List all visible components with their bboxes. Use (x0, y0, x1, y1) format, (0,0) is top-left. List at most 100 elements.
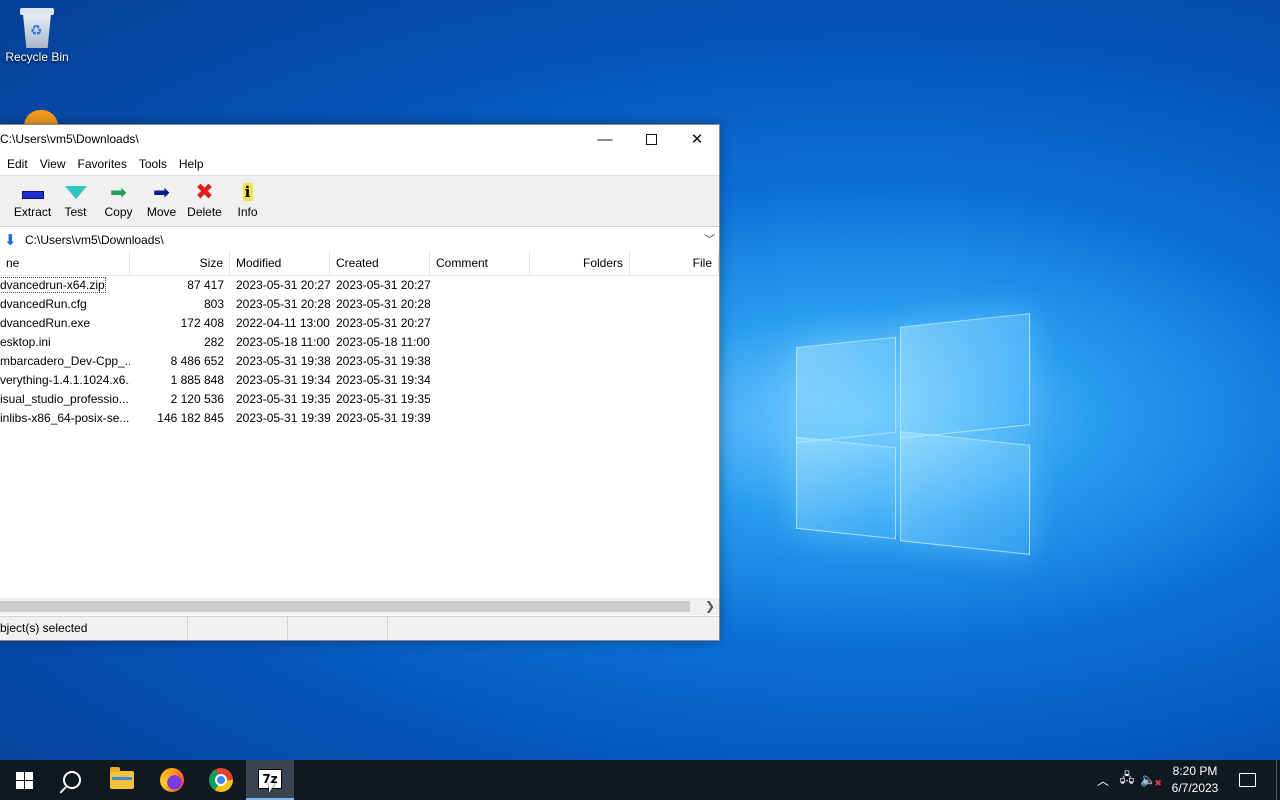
table-row[interactable]: mbarcadero_Dev-Cpp_... 8 486 652 2023-05-3… (0, 352, 719, 371)
file-created-cell: 2023-05-31 20:28 (336, 297, 430, 311)
menu-favorites[interactable]: Favorites (71, 157, 132, 171)
column-headers: ne Size Modified Created Comment Folders… (0, 251, 719, 276)
file-comment-cell (430, 390, 530, 409)
test-button[interactable]: Test (54, 176, 97, 219)
mute-x-icon: ✖ (1154, 777, 1162, 788)
notification-icon (1238, 773, 1256, 787)
show-desktop-button[interactable] (1276, 760, 1277, 800)
column-modified[interactable]: Modified (230, 251, 330, 275)
navigate-up-arrow-icon[interactable]: ⬇ (4, 231, 17, 249)
taskbar-chrome[interactable] (197, 760, 245, 800)
status-selection: bject(s) selected (0, 617, 188, 640)
file-files-cell (630, 371, 719, 390)
clock-time: 8:20 PM (1172, 764, 1218, 778)
volume-button[interactable]: 🔈 ✖ (1140, 760, 1162, 800)
taskbar-firefox[interactable] (148, 760, 196, 800)
table-row[interactable]: dvancedRun.exe 172 408 2022-04-11 13:00 202… (0, 314, 719, 333)
start-button[interactable] (0, 760, 48, 800)
table-row[interactable]: verything-1.4.1.1024.x6... 1 885 848 2023-… (0, 371, 719, 390)
horizontal-scrollbar[interactable]: ❯ (0, 598, 719, 615)
file-folders-cell (530, 390, 630, 409)
address-bar[interactable]: ⬇ C:\Users\vm5\Downloads\ ﹀ (0, 227, 719, 252)
file-size-cell: 2 120 536 (170, 392, 224, 406)
delete-button[interactable]: ✖ Delete (183, 176, 226, 219)
file-name-cell: verything-1.4.1.1024.x6... (0, 373, 130, 387)
file-files-cell (630, 390, 719, 409)
file-name-cell: esktop.ini (0, 335, 51, 349)
copy-button[interactable]: ➡ Copy (97, 176, 140, 220)
file-size-cell: 1 885 848 (170, 373, 224, 387)
table-row[interactable]: dvancedrun-x64.zip 87 417 2023-05-31 20:27… (0, 276, 719, 295)
move-button[interactable]: ➡ Move (140, 176, 183, 220)
menu-tools[interactable]: Tools (133, 157, 173, 171)
file-comment-cell (430, 295, 530, 314)
maximize-button[interactable] (628, 125, 674, 153)
chevron-up-icon: ︿ (1096, 773, 1109, 788)
recycle-bin-icon: ♻ (18, 6, 56, 50)
status-bar: bject(s) selected (0, 616, 719, 640)
file-comment-cell (430, 333, 530, 352)
column-folders[interactable]: Folders (530, 251, 630, 275)
network-button[interactable]: 🖧 (1117, 760, 1137, 800)
file-folders-cell (530, 314, 630, 333)
table-row[interactable]: inlibs-x86_64-posix-se... 146 182 845 2023… (0, 409, 719, 428)
minimize-icon: — (597, 130, 613, 148)
file-files-cell (630, 314, 719, 333)
column-size[interactable]: Size (130, 251, 230, 275)
chevron-down-icon[interactable]: ﹀ (704, 231, 715, 247)
file-comment-cell (430, 371, 530, 390)
file-list[interactable]: ne Size Modified Created Comment Folders… (0, 251, 719, 597)
address-path[interactable]: C:\Users\vm5\Downloads\ (25, 233, 164, 247)
search-button[interactable] (48, 760, 96, 800)
taskbar-7zip[interactable]: 7z (246, 760, 294, 800)
scrollbar-thumb[interactable] (0, 601, 690, 612)
file-size-cell: 282 (203, 335, 224, 349)
info-button[interactable]: i Info (226, 176, 269, 219)
column-files[interactable]: File (630, 251, 719, 275)
title-bar[interactable]: C:\Users\vm5\Downloads\ — ✕ (0, 125, 719, 153)
file-size-cell: 172 408 (180, 316, 224, 330)
delete-x-icon: ✖ (195, 179, 214, 204)
file-modified-cell: 2023-05-31 20:27 (236, 278, 330, 292)
show-hidden-icons-button[interactable]: ︿ (1094, 760, 1112, 800)
table-row[interactable]: esktop.ini 282 2023-05-18 11:00 2023-05-18 … (0, 333, 719, 352)
file-folders-cell (530, 333, 630, 352)
file-created-cell: 2023-05-31 20:27 (336, 316, 430, 330)
scroll-right-arrow-icon[interactable]: ❯ (705, 599, 715, 613)
file-name-cell: inlibs-x86_64-posix-se... (0, 411, 130, 425)
file-comment-cell (430, 352, 530, 371)
menu-help[interactable]: Help (173, 157, 210, 171)
file-size-cell: 146 182 845 (157, 411, 224, 425)
file-created-cell: 2023-05-31 19:38 (336, 354, 430, 368)
file-created-cell: 2023-05-18 11:00 (336, 335, 430, 349)
taskbar-file-explorer[interactable] (98, 760, 146, 800)
windows-logo-wallpaper (796, 310, 1030, 555)
file-size-cell: 87 417 (187, 278, 224, 292)
desktop-icon-recycle-bin[interactable]: ♻ Recycle Bin (4, 6, 70, 64)
column-name[interactable]: ne (0, 251, 130, 275)
close-button[interactable]: ✕ (674, 125, 720, 153)
recycle-bin-label: Recycle Bin (5, 50, 69, 64)
file-size-cell: 803 (203, 297, 224, 311)
file-name-cell: isual_studio_professio... (0, 392, 129, 406)
status-segment (288, 617, 388, 640)
file-folders-cell (530, 352, 630, 371)
table-row[interactable]: dvancedRun.cfg 803 2023-05-31 20:28 2023-05… (0, 295, 719, 314)
extract-button[interactable]: Extract (11, 176, 54, 219)
file-modified-cell: 2023-05-18 11:00 (236, 335, 330, 349)
taskbar-clock[interactable]: 8:20 PM 6/7/2023 (1166, 763, 1224, 797)
minimize-button[interactable]: — (582, 125, 628, 153)
column-created[interactable]: Created (330, 251, 430, 275)
table-row[interactable]: isual_studio_professio... 2 120 536 2023-0… (0, 390, 719, 409)
column-comment[interactable]: Comment (430, 251, 530, 275)
file-created-cell: 2023-05-31 19:39 (336, 411, 430, 425)
7zip-file-manager-window: C:\Users\vm5\Downloads\ — ✕ Edit View Fa… (0, 124, 720, 641)
file-created-cell: 2023-05-31 20:27 (336, 278, 430, 292)
menu-view[interactable]: View (34, 157, 72, 171)
status-segment (188, 617, 288, 640)
maximize-icon (645, 133, 657, 145)
menu-edit[interactable]: Edit (0, 157, 34, 171)
mouse-cursor-icon (269, 783, 275, 793)
file-files-cell (630, 295, 719, 314)
action-center-button[interactable] (1236, 760, 1258, 800)
